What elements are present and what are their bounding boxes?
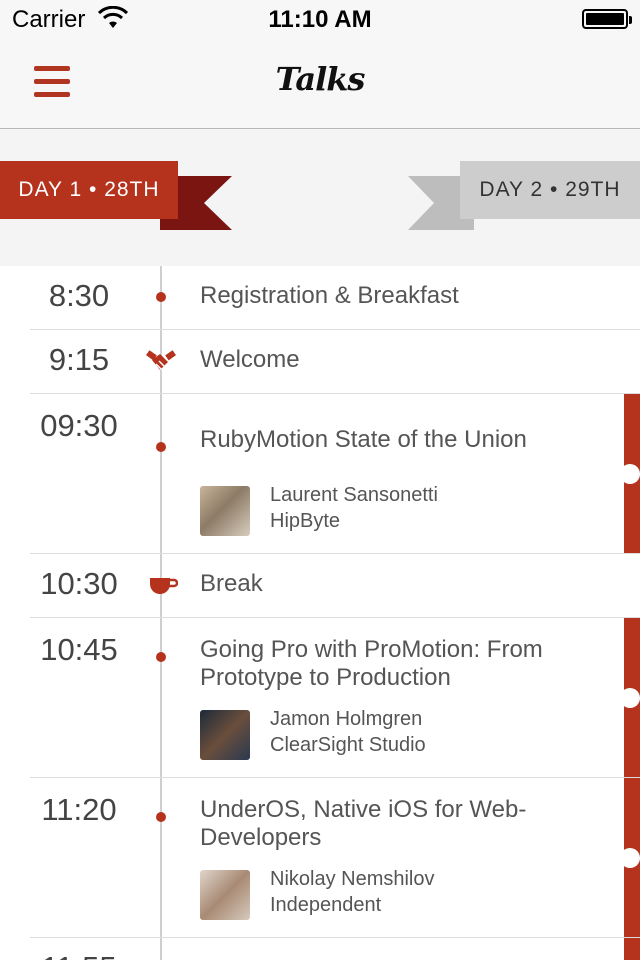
timeline-dot (156, 292, 166, 302)
session-time: 11:55 (30, 950, 128, 960)
handshake-icon (146, 350, 176, 371)
timeline-dot (156, 812, 166, 822)
session-time: 10:45 (40, 632, 118, 667)
talk-indicator-knob (620, 848, 640, 868)
timeline-dot (156, 442, 166, 452)
tab-day-1-label: DAY 1 • 28TH (0, 161, 178, 219)
status-bar: Carrier 11:10 AM (0, 0, 640, 40)
talk-indicator-knob (620, 688, 640, 708)
session-title: Break (200, 570, 263, 597)
schedule-row[interactable]: 10:30 Break (0, 554, 640, 618)
schedule-row[interactable]: 11:55 (0, 938, 640, 960)
battery-icon (582, 9, 632, 29)
talk-row[interactable]: 11:20 UnderOS, Native iOS for Web-Develo… (0, 778, 640, 938)
talk-row[interactable]: 10:45 Going Pro with ProMotion: From Pro… (0, 618, 640, 778)
status-time: 11:10 AM (268, 6, 372, 33)
speaker-avatar (200, 710, 250, 760)
schedule-row[interactable]: 8:30 Registration & Breakfast (0, 266, 640, 330)
speaker-avatar (200, 486, 250, 536)
talk-indicator-bar (624, 938, 640, 960)
tab-day-2-label: DAY 2 • 29TH (460, 161, 640, 219)
session-time: 09:30 (40, 408, 118, 443)
speaker-organization: Independent (270, 894, 382, 916)
speaker-name: Nikolay Nemshilov (270, 868, 435, 890)
talk-indicator-bar (620, 618, 640, 777)
day-selector: DAY 1 • 28TH DAY 2 • 29TH (0, 129, 640, 266)
session-time: 8:30 (48, 278, 110, 313)
session-title: Going Pro with ProMotion: From Prototype… (200, 636, 543, 691)
navigation-bar: Talks (0, 40, 640, 129)
session-title: RubyMotion State of the Union (200, 426, 527, 453)
speaker-organization: HipByte (270, 510, 341, 532)
speaker-organization: ClearSight Studio (270, 734, 426, 756)
session-title: Welcome (200, 346, 300, 373)
coffee-cup-icon (150, 578, 178, 594)
talk-row[interactable]: 09:30 RubyMotion State of the Union Laur… (0, 394, 640, 554)
page-title: Talks (275, 60, 366, 98)
speaker-name: Jamon Holmgren (270, 708, 423, 730)
speaker-name: Laurent Sansonetti (270, 484, 438, 506)
schedule-list: 8:30 Registration & Breakfast 9:15 Welco… (0, 266, 640, 960)
session-title: Registration & Breakfast (200, 282, 459, 309)
talk-indicator-bar (620, 394, 640, 553)
timeline-dot (156, 652, 166, 662)
speaker-avatar (200, 870, 250, 920)
session-time: 10:30 (40, 566, 118, 601)
talk-indicator-knob (620, 464, 640, 484)
session-title: UnderOS, Native iOS for Web-Developers (200, 796, 527, 851)
talk-indicator-bar (620, 778, 640, 938)
session-time: 11:20 (41, 792, 117, 827)
session-time: 9:15 (48, 342, 110, 377)
schedule-row[interactable]: 9:15 Welcome (0, 330, 640, 394)
